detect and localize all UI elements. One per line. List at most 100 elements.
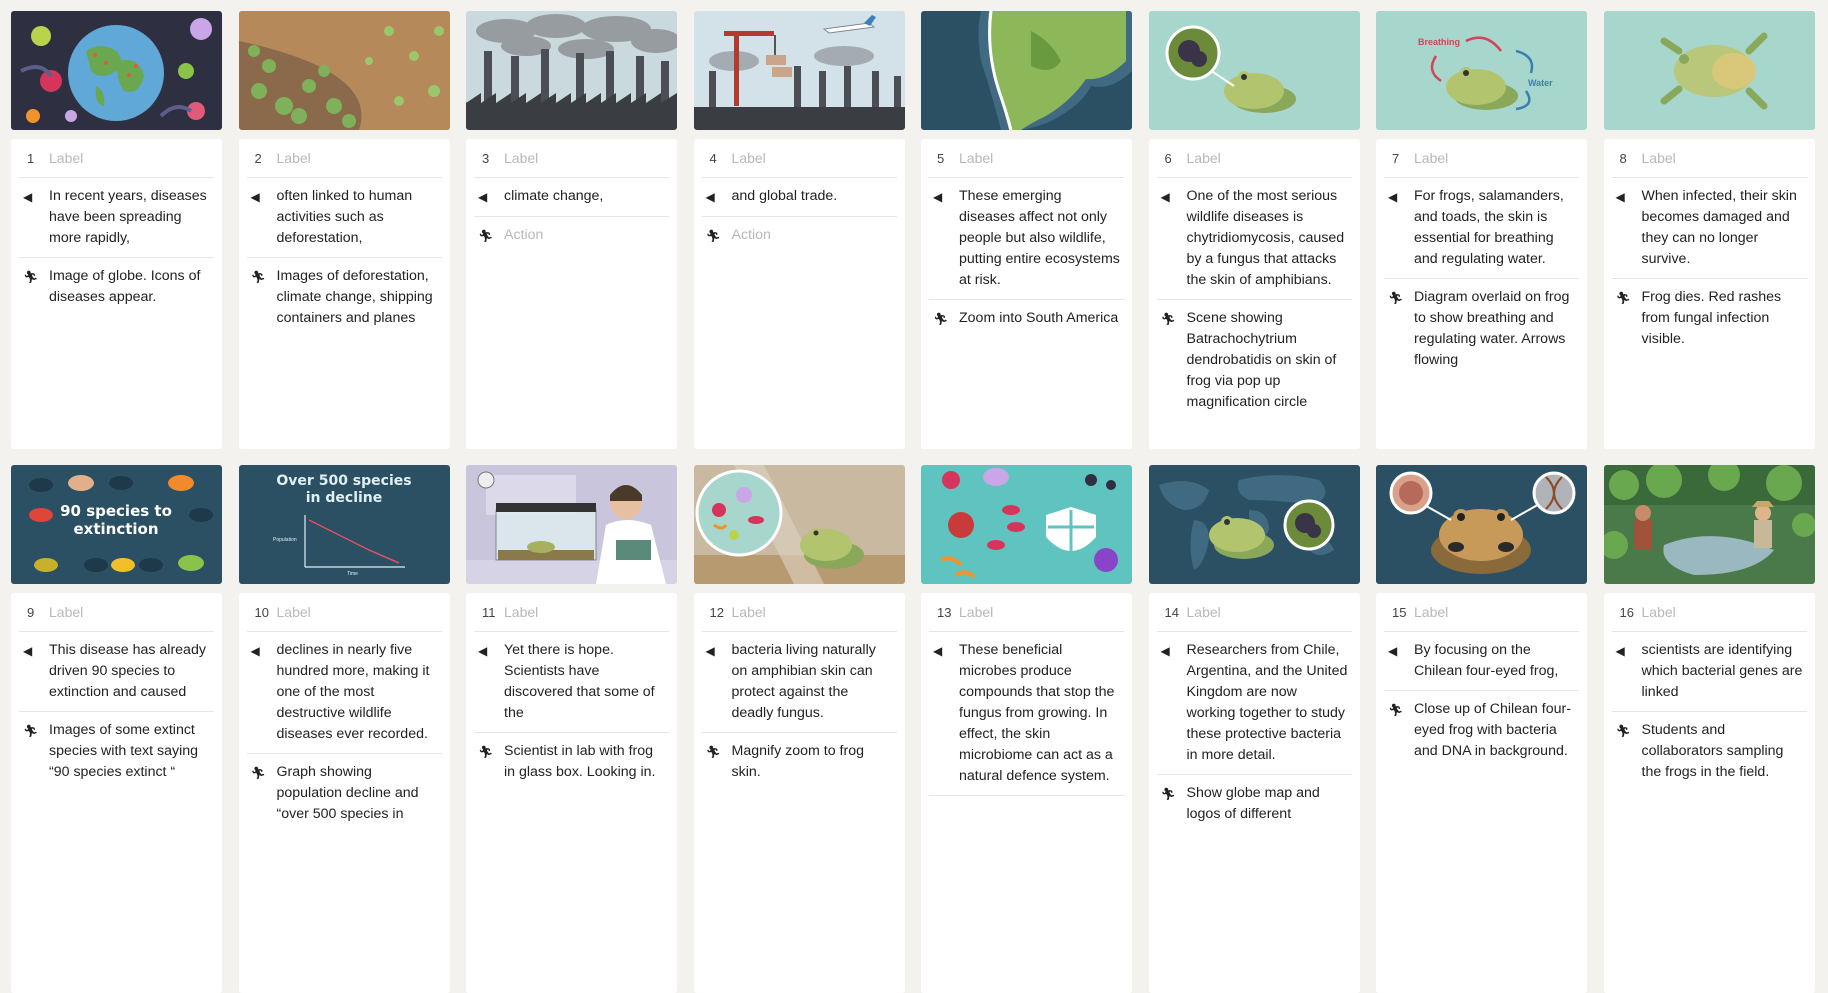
speaker-icon: ◀: [23, 644, 33, 658]
frame-thumbnail-4[interactable]: [693, 11, 905, 130]
action-text[interactable]: Show globe map and logos of different: [1187, 783, 1352, 825]
frame-card-11[interactable]: 11 Label ◀ Yet there is hope. Scientists h…: [466, 465, 677, 993]
frame-card-5[interactable]: 5 Label ◀ These emerging diseases affect n…: [921, 11, 1132, 449]
frame-thumbnail-7[interactable]: Breathing Water: [1376, 11, 1587, 130]
label-field[interactable]: Label: [504, 150, 538, 166]
frame-card-6[interactable]: 6 Label ◀ One of the most serious wildlife…: [1148, 11, 1360, 449]
label-field[interactable]: Label: [277, 150, 311, 166]
decline-title-line1: Over 500 species: [276, 473, 411, 489]
frame-thumbnail-8[interactable]: [1603, 11, 1815, 130]
action-text[interactable]: Images of some extinct species with text…: [49, 720, 214, 783]
speaker-icon: ◀: [1160, 644, 1170, 658]
action-text[interactable]: Scientist in lab with frog in glass box.…: [504, 741, 669, 783]
action-text[interactable]: Image of globe. Icons of diseases appear…: [49, 266, 214, 308]
narration-text[interactable]: declines in nearly five hundred more, ma…: [277, 640, 442, 745]
action-placeholder[interactable]: Action: [732, 225, 897, 247]
narration-text[interactable]: In recent years, diseases have been spre…: [49, 186, 214, 249]
narration-text[interactable]: scientists are identifying which bacteri…: [1642, 640, 1807, 703]
label-field[interactable]: Label: [732, 150, 766, 166]
action-text[interactable]: Graph showing population decline and “ov…: [277, 762, 442, 825]
frame-card-9[interactable]: 90 species to extinction 9 Label ◀ This di…: [11, 465, 222, 993]
narration-text[interactable]: By focusing on the Chilean four-eyed fro…: [1414, 640, 1579, 682]
label-field[interactable]: Label: [732, 604, 766, 620]
frog-magnification-illustration: [1148, 11, 1360, 130]
narration-text[interactable]: Researchers from Chile, Argentina, and t…: [1187, 640, 1352, 766]
frame-details-2: 2 Label ◀ often linked to human activities…: [238, 139, 450, 449]
narration-text[interactable]: Yet there is hope. Scientists have disco…: [504, 640, 669, 724]
frame-card-2[interactable]: 2 Label ◀ often linked to human activities…: [238, 11, 450, 449]
label-field[interactable]: Label: [1414, 150, 1448, 166]
frame-thumbnail-11[interactable]: [466, 465, 677, 584]
label-field[interactable]: Label: [1187, 150, 1221, 166]
frame-thumbnail-1[interactable]: [11, 11, 222, 130]
narration-text[interactable]: This disease has already driven 90 speci…: [49, 640, 214, 703]
frame-details-3: 3 Label ◀ climate change, 🏃︎ Action: [466, 139, 677, 449]
narration-text[interactable]: bacteria living naturally on amphibian s…: [732, 640, 897, 724]
action-text[interactable]: Zoom into South America: [959, 308, 1124, 330]
speaker-icon: ◀: [478, 644, 488, 658]
frame-card-16[interactable]: 16 Label ◀ scientists are identifying whic…: [1603, 465, 1815, 993]
label-field[interactable]: Label: [504, 604, 538, 620]
frame-card-13[interactable]: 13 Label ◀ These beneficial microbes produ…: [921, 465, 1132, 993]
label-field[interactable]: Label: [1187, 604, 1221, 620]
action-placeholder[interactable]: Action: [504, 225, 669, 247]
narration-text[interactable]: When infected, their skin becomes damage…: [1642, 186, 1807, 270]
action-text[interactable]: Diagram overlaid on frog to show breathi…: [1414, 287, 1579, 371]
frame-card-4[interactable]: 4 Label ◀ and global trade. 🏃︎ Action: [693, 11, 905, 449]
speaker-icon: ◀: [1160, 190, 1170, 204]
label-field[interactable]: Label: [49, 604, 83, 620]
frame-thumbnail-16[interactable]: [1603, 465, 1815, 584]
running-person-icon: 🏃︎: [1388, 703, 1404, 717]
running-person-icon: 🏃︎: [1615, 724, 1631, 738]
action-text[interactable]: Magnify zoom to frog skin.: [732, 741, 897, 783]
narration-text[interactable]: One of the most serious wildlife disease…: [1187, 186, 1352, 291]
speaker-icon: ◀: [933, 190, 943, 204]
frame-card-7[interactable]: Breathing Water 7 Label ◀ For frogs, salam…: [1376, 11, 1587, 449]
running-person-icon: 🏃︎: [705, 745, 721, 759]
running-person-icon: 🏃︎: [1615, 291, 1631, 305]
label-field[interactable]: Label: [1414, 604, 1448, 620]
label-field[interactable]: Label: [277, 604, 311, 620]
running-person-icon: 🏃︎: [1160, 312, 1176, 326]
frame-thumbnail-14[interactable]: [1148, 465, 1360, 584]
label-field[interactable]: Label: [959, 604, 993, 620]
action-text[interactable]: Images of deforestation, climate change,…: [277, 266, 442, 329]
water-label: Water: [1528, 78, 1553, 88]
frame-thumbnail-12[interactable]: [693, 465, 905, 584]
frame-thumbnail-2[interactable]: [238, 11, 450, 130]
narration-text[interactable]: often linked to human activities such as…: [277, 186, 442, 249]
narration-text[interactable]: and global trade.: [732, 186, 897, 208]
speaker-icon: ◀: [933, 644, 943, 658]
frame-thumbnail-13[interactable]: [921, 465, 1132, 584]
narration-text[interactable]: climate change,: [504, 186, 669, 208]
label-field[interactable]: Label: [1642, 150, 1676, 166]
frame-number: 11: [482, 604, 496, 620]
frame-card-15[interactable]: 15 Label ◀ By focusing on the Chilean four…: [1376, 465, 1587, 993]
frame-thumbnail-5[interactable]: [921, 11, 1132, 130]
factories-illustration: [466, 11, 677, 130]
extinction-title-line2: extinction: [73, 520, 158, 538]
label-field[interactable]: Label: [1642, 604, 1676, 620]
frame-card-3[interactable]: 3 Label ◀ climate change, 🏃︎ Action: [466, 11, 677, 449]
narration-text[interactable]: These emerging diseases affect not only …: [959, 186, 1124, 291]
frame-number: 8: [1619, 150, 1627, 166]
frame-thumbnail-10[interactable]: Over 500 species in decline Population T…: [238, 465, 450, 584]
frame-card-10[interactable]: Over 500 species in decline Population T…: [238, 465, 450, 993]
frame-thumbnail-15[interactable]: [1376, 465, 1587, 584]
label-field[interactable]: Label: [49, 150, 83, 166]
action-text[interactable]: Close up of Chilean four-eyed frog with …: [1414, 699, 1579, 762]
frame-card-12[interactable]: 12 Label ◀ bacteria living naturally on am…: [693, 465, 905, 993]
narration-text[interactable]: These beneficial microbes produce compou…: [959, 640, 1124, 787]
frame-details-14: 14 Label ◀ Researchers from Chile, Argenti…: [1148, 593, 1360, 993]
action-text[interactable]: Scene showing Batrachochytrium dendrobat…: [1187, 308, 1352, 413]
frame-card-8[interactable]: 8 Label ◀ When infected, their skin become…: [1603, 11, 1815, 449]
frame-thumbnail-9[interactable]: 90 species to extinction: [11, 465, 222, 584]
label-field[interactable]: Label: [959, 150, 993, 166]
narration-text[interactable]: For frogs, salamanders, and toads, the s…: [1414, 186, 1579, 270]
frame-card-1[interactable]: 1 Label ◀ In recent years, diseases have b…: [11, 11, 222, 449]
frame-card-14[interactable]: 14 Label ◀ Researchers from Chile, Argenti…: [1148, 465, 1360, 993]
frame-thumbnail-6[interactable]: [1148, 11, 1360, 130]
frame-thumbnail-3[interactable]: [466, 11, 677, 130]
action-text[interactable]: Students and collaborators sampling the …: [1642, 720, 1807, 783]
action-text[interactable]: Frog dies. Red rashes from fungal infect…: [1642, 287, 1807, 350]
